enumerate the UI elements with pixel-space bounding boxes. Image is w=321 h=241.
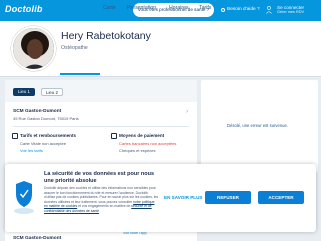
- login-link[interactable]: Se connecter Gérer mes RDV: [277, 5, 304, 15]
- logo[interactable]: Doctolib: [5, 4, 43, 14]
- avatar: [11, 26, 56, 71]
- address-title: SCM Gaston-Dumont: [13, 109, 62, 114]
- practitioner-name: Hery Rabetokotany: [61, 30, 151, 42]
- cookie-title: La sécurité de vos données est pour nous…: [44, 171, 155, 184]
- tab-presentation[interactable]: Présentation: [127, 5, 156, 11]
- address-line: 49 Rue Gaston Dumont, 75019 Paris: [13, 116, 79, 121]
- second-address-title: SCM Gaston-Dumont: [13, 236, 62, 241]
- user-icon: [266, 6, 272, 14]
- accept-button[interactable]: ACCEPTER: [258, 191, 304, 204]
- login-subtitle: Gérer mes RDV: [277, 10, 305, 15]
- credit-card-icon: [111, 133, 117, 139]
- cookie-text-part-2: et vos engagements en matière de: [77, 204, 132, 208]
- learn-more-button[interactable]: EN SAVOIR PLUS: [164, 195, 202, 200]
- tarifs-title: Tarifs et remboursements: [20, 133, 77, 138]
- chevron-right-icon[interactable]: ›: [186, 109, 188, 115]
- payment-title: Moyens de paiement: [119, 133, 165, 138]
- cookie-text: Doctolib dépose des cookies et utilise d…: [44, 186, 159, 213]
- header-divider: [0, 76, 321, 77]
- lieu-2-button[interactable]: Lieu 2: [41, 88, 63, 96]
- help-link[interactable]: Besoin d'aide ?: [227, 7, 260, 12]
- tab-horaires[interactable]: Horaires: [169, 5, 189, 11]
- error-message: Désolé, une erreur est survenue.: [227, 123, 288, 128]
- tab-carte[interactable]: Carte: [103, 5, 116, 11]
- voir-tarifs-link[interactable]: Voir les tarifs: [20, 148, 43, 153]
- refuse-button[interactable]: REFUSER: [205, 191, 251, 204]
- active-tab-indicator: [60, 73, 100, 75]
- euro-icon: [12, 133, 18, 139]
- help-icon: [221, 8, 225, 12]
- practitioner-specialty: Ostéopathe: [61, 45, 88, 51]
- tab-tarifs[interactable]: Tarifs: [199, 5, 211, 11]
- cheques-accepted: Chèques et espèces: [119, 148, 156, 153]
- lieu-1-button[interactable]: Lieu 1: [13, 88, 35, 96]
- carte-vitale-status: Carte Vitale non acceptée: [20, 141, 66, 146]
- shield-icon: [14, 181, 34, 214]
- tab-essentiel[interactable]: L'essentiel: [66, 5, 90, 11]
- cards-refused: Cartes bancaires non acceptées: [119, 141, 177, 146]
- divider: [13, 126, 189, 127]
